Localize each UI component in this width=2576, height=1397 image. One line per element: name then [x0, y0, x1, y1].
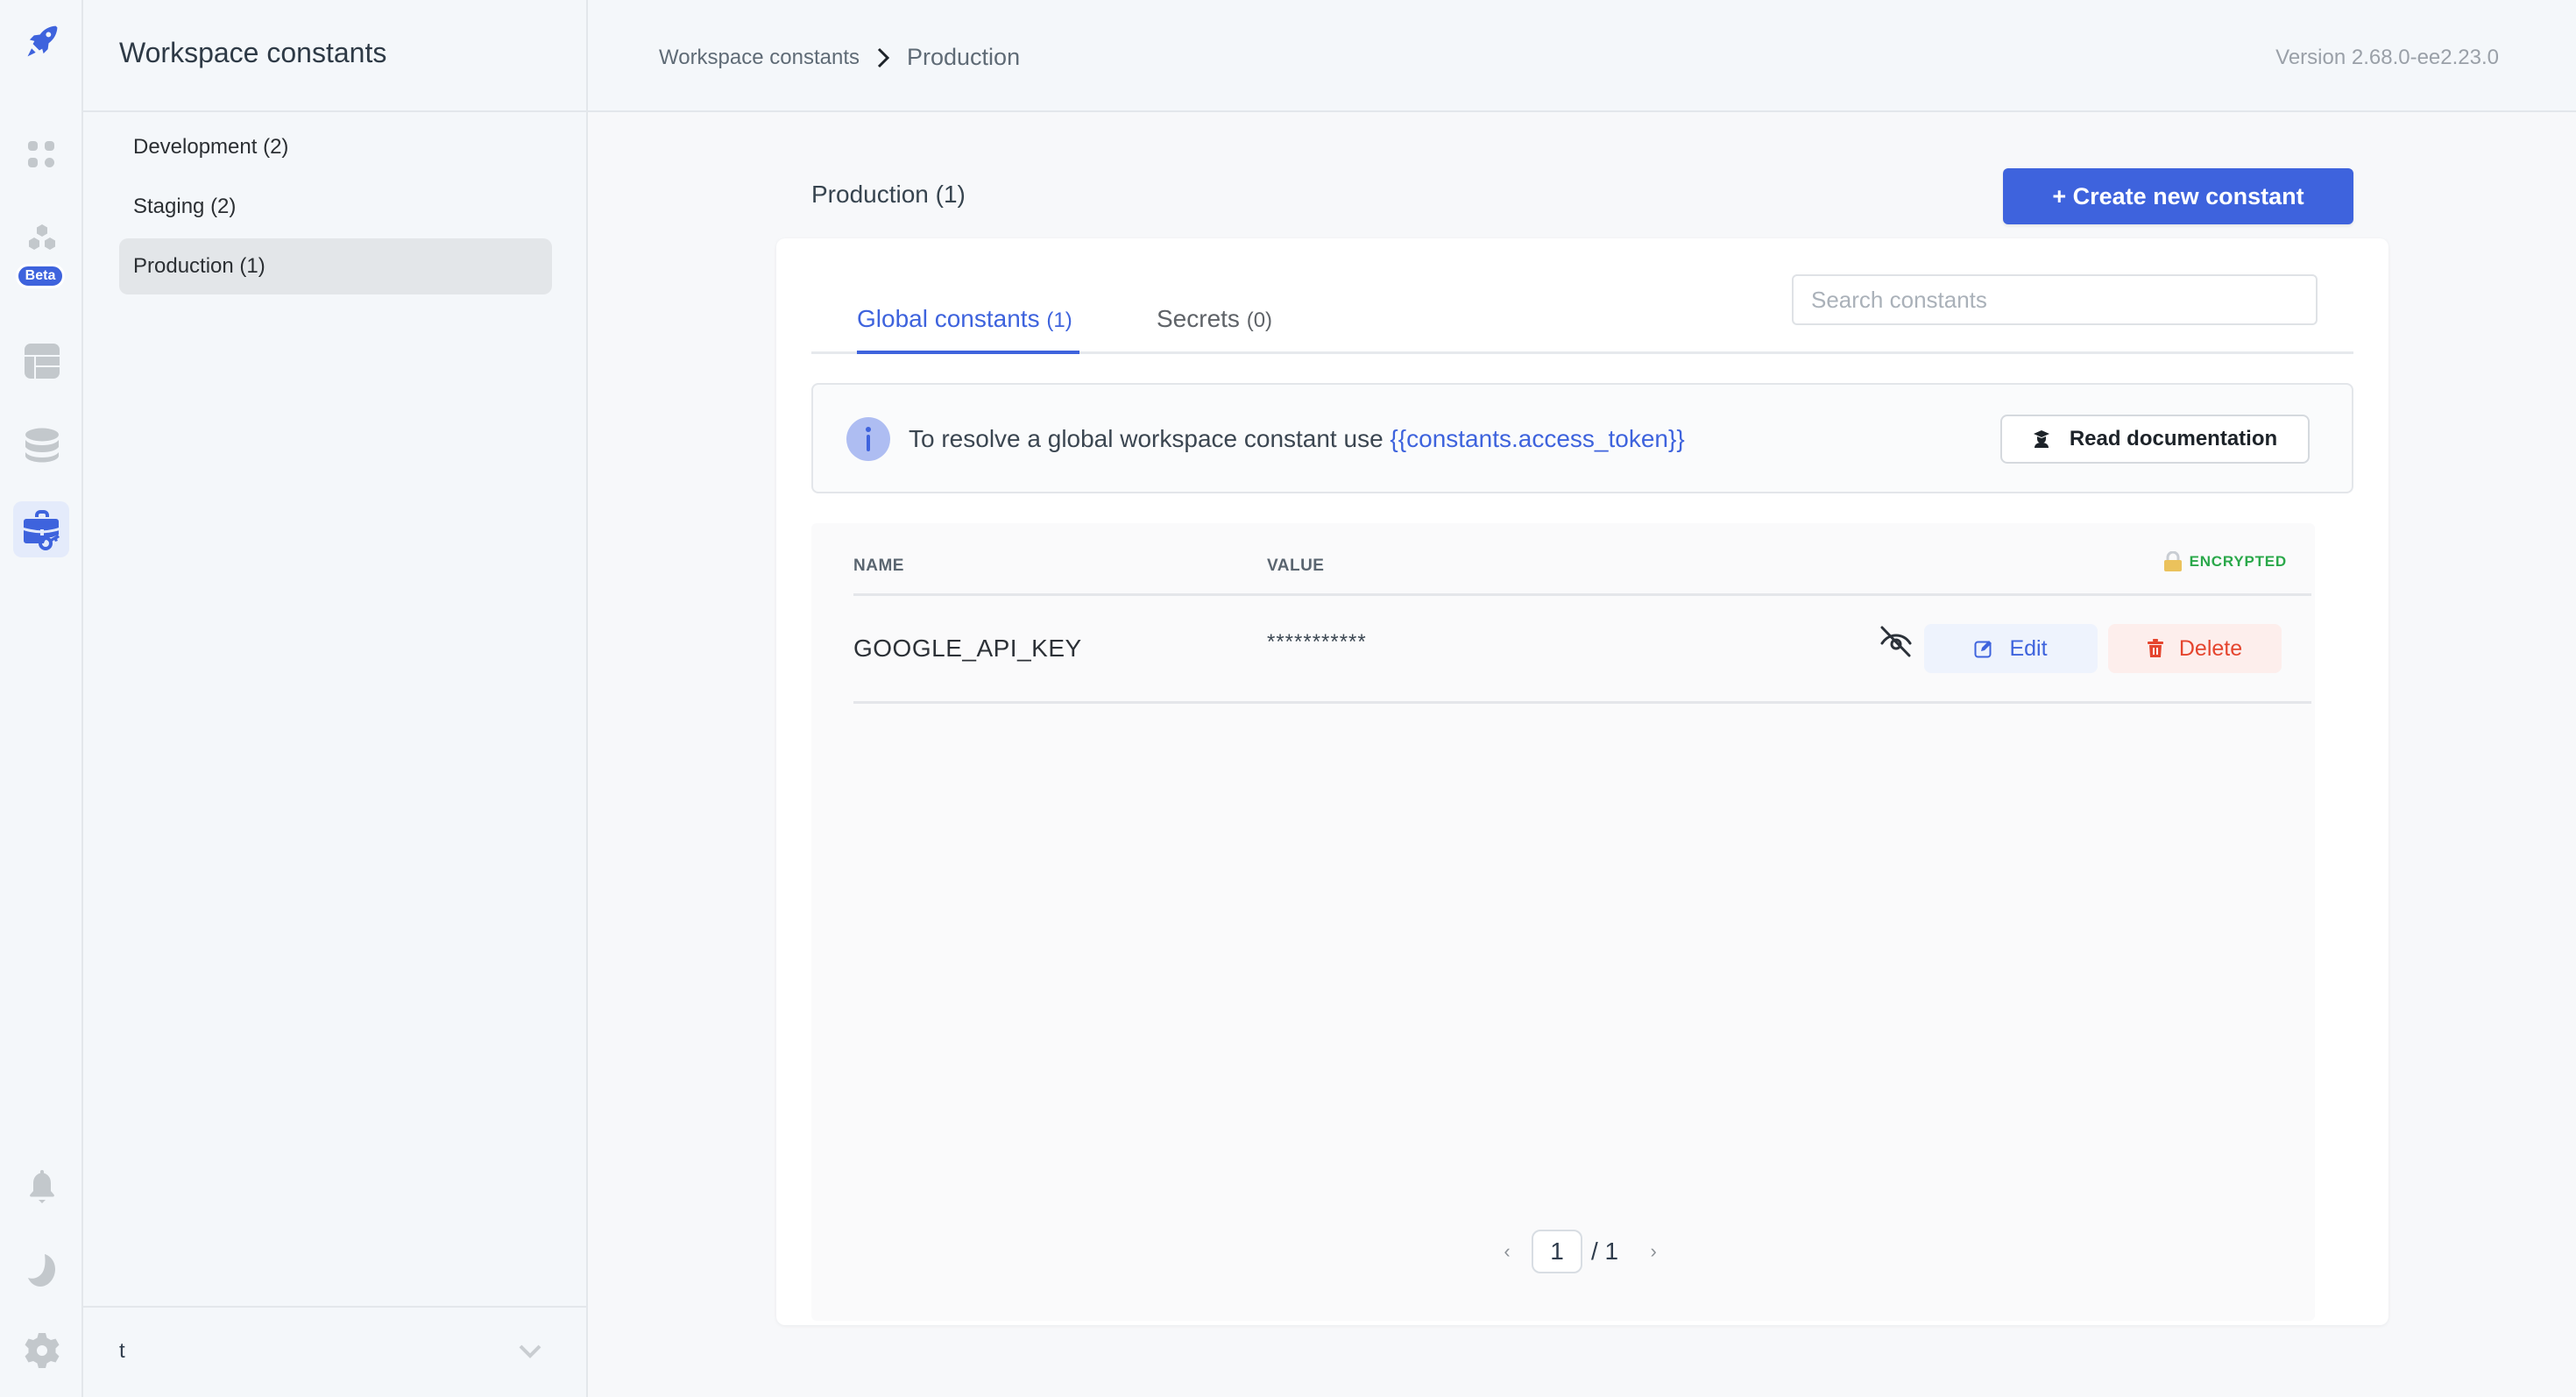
header-divider [853, 593, 2311, 596]
tab-global-constants[interactable]: Global constants (1) [857, 305, 1072, 333]
tab-secrets[interactable]: Secrets (0) [1157, 305, 1272, 333]
tab-count: (1) [1046, 308, 1072, 332]
breadcrumb-root[interactable]: Workspace constants [659, 46, 860, 70]
encrypted-label: ENCRYPTED [2189, 553, 2287, 570]
row-divider [853, 701, 2311, 704]
briefcase-key-icon[interactable] [0, 501, 83, 557]
chevron-right-icon [877, 47, 890, 67]
moon-icon[interactable] [0, 1249, 83, 1293]
info-text: To resolve a global workspace constant u… [909, 425, 1685, 453]
read-documentation-button[interactable]: Read documentation [2000, 415, 2310, 464]
divider [83, 1306, 588, 1308]
chevron-down-icon [519, 1344, 541, 1358]
breadcrumb-current: Production [907, 44, 1021, 70]
graduation-cap-icon [2033, 430, 2049, 448]
gear-icon[interactable] [0, 1328, 83, 1373]
next-page-button[interactable]: › [1645, 1240, 1662, 1263]
column-header-value: VALUE [1267, 557, 1325, 575]
info-banner: To resolve a global workspace constant u… [811, 383, 2353, 493]
icon-rail: Beta [0, 0, 83, 1397]
breadcrumb: Workspace constants Production [659, 44, 1020, 71]
env-item-production[interactable]: Production (1) [119, 238, 552, 294]
active-tab-indicator [857, 351, 1079, 354]
trash-icon [2147, 639, 2163, 657]
bell-icon[interactable] [0, 1166, 83, 1209]
constants-table: NAME VALUE ENCRYPTED GOOGLE_API_KEY ****… [811, 523, 2315, 1321]
logo-rocket-icon[interactable] [0, 19, 83, 63]
edit-button[interactable]: Edit [1924, 624, 2098, 673]
column-header-name: NAME [853, 557, 904, 575]
page-number-input[interactable] [1532, 1230, 1582, 1273]
constant-name: GOOGLE_API_KEY [853, 635, 1082, 662]
table-icon[interactable] [0, 340, 83, 382]
edit-label: Edit [2009, 635, 2048, 661]
apps-grid-icon[interactable] [0, 133, 83, 177]
environments-panel: Workspace constants Development (2) Stag… [83, 0, 588, 1397]
tab-label: Global constants [857, 305, 1040, 332]
pagination: ‹ / 1 › [1498, 1229, 1662, 1274]
top-bar: Workspace constants Production Version 2… [588, 0, 2576, 112]
beta-badge: Beta [16, 264, 65, 288]
search-constants-input[interactable] [1792, 274, 2318, 325]
database-icon[interactable] [0, 424, 83, 466]
info-code-snippet: {{constants.access_token}} [1390, 425, 1685, 452]
env-item-development[interactable]: Development (2) [119, 119, 552, 175]
delete-label: Delete [2178, 635, 2243, 661]
workspace-name: t [119, 1339, 125, 1363]
lock-icon [2163, 551, 2182, 571]
tab-count: (0) [1246, 308, 1273, 332]
constant-value: *********** [1267, 630, 1367, 654]
page-total: / 1 [1591, 1237, 1619, 1265]
env-item-staging[interactable]: Staging (2) [119, 179, 552, 235]
tab-label: Secrets [1157, 305, 1240, 332]
hexagons-icon[interactable] [0, 221, 83, 256]
divider [83, 110, 588, 112]
panel-title: Workspace constants [119, 37, 387, 68]
edit-icon [1974, 641, 1992, 658]
section-title: Production (1) [811, 181, 966, 208]
eye-slash-icon[interactable] [1879, 624, 1914, 659]
info-message: To resolve a global workspace constant u… [909, 425, 1384, 452]
create-constant-button[interactable]: + Create new constant [2003, 168, 2353, 224]
read-documentation-label: Read documentation [2069, 427, 2278, 450]
prev-page-button[interactable]: ‹ [1498, 1240, 1516, 1263]
info-icon [846, 417, 890, 461]
version-label: Version 2.68.0-ee2.23.0 [2275, 46, 2499, 69]
workspace-switcher[interactable]: t [119, 1323, 552, 1379]
delete-button[interactable]: Delete [2108, 624, 2282, 673]
encrypted-indicator: ENCRYPTED [2163, 551, 2287, 572]
